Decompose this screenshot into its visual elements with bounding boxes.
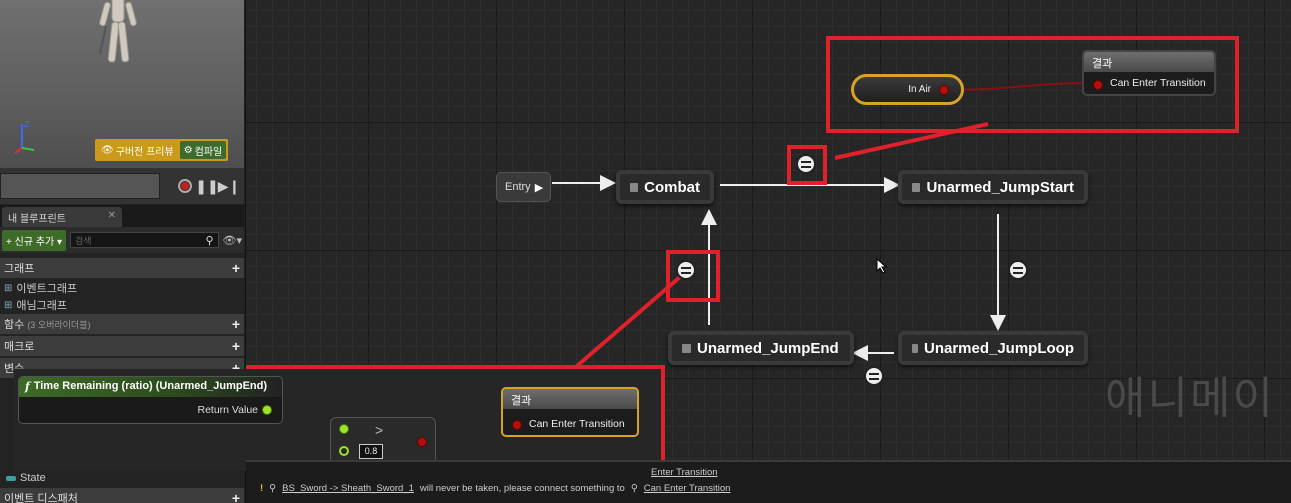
svg-text:Z: Z: [24, 120, 30, 129]
state-unarmed-jumpstart[interactable]: Unarmed_JumpStart: [898, 170, 1088, 204]
warning-icon: !: [260, 483, 264, 494]
float-output-pin[interactable]: [262, 405, 272, 415]
float-input-pin-a[interactable]: [339, 424, 349, 434]
section-macros[interactable]: 매크로 +: [0, 336, 244, 356]
callout-line-bottom: [561, 275, 682, 380]
entry-node[interactable]: Entry ▶: [496, 172, 551, 202]
bool-output-pin[interactable]: [939, 85, 949, 95]
tab-label: 내 블루프린트: [8, 214, 66, 225]
in-air-label: In Air: [908, 84, 931, 95]
state-label: Unarmed_JumpEnd: [697, 339, 839, 357]
function-title: Time Remaining (ratio) (Unarmed_JumpEnd): [33, 380, 268, 392]
result-node-top[interactable]: 결과 Can Enter Transition: [1082, 50, 1216, 96]
state-combat[interactable]: Combat: [616, 170, 714, 204]
compile-button[interactable]: ⚙ 컴파일: [179, 141, 227, 159]
add-dispatcher-icon[interactable]: +: [232, 490, 240, 503]
search-icon: ⚲: [205, 234, 214, 247]
log-message: will never be taken, please connect some…: [419, 483, 625, 494]
bool-input-pin[interactable]: [1093, 80, 1103, 90]
variable-pill-icon: [6, 475, 16, 481]
state-label: Unarmed_JumpLoop: [923, 339, 1074, 357]
add-function-icon[interactable]: +: [232, 316, 240, 332]
state-label: Combat: [644, 178, 700, 196]
gear-icon: ⚙: [183, 144, 193, 156]
section-functions[interactable]: 함수 (3 오버라이더블) +: [0, 314, 244, 334]
item-state-variable[interactable]: State: [6, 472, 46, 484]
log-line-2: ! ⚲ BS_Sword -> Sheath_Sword_1 will neve…: [260, 483, 730, 494]
view-options-icon[interactable]: 👁▾: [223, 234, 243, 247]
add-graph-icon[interactable]: +: [232, 260, 240, 276]
transition-link[interactable]: BS_Sword -> Sheath_Sword_1: [282, 483, 414, 494]
animation-blueprint-editor: 애니메이 Entry ▶ Combat Unarmed_JumpStart Un…: [0, 0, 1291, 503]
target-link[interactable]: Can Enter Transition: [644, 483, 731, 494]
chevron-down-icon: ▾: [57, 236, 63, 248]
highlight-transition-top: [787, 145, 827, 185]
pause-button[interactable]: ❚❚: [195, 175, 219, 197]
result-header: 결과: [1084, 52, 1214, 72]
bool-input-pin[interactable]: [512, 420, 522, 430]
play-arrow-icon: ▶: [534, 181, 544, 194]
section-graphs[interactable]: 그래프 +: [0, 258, 244, 278]
preview-viewport[interactable]: Z 👁 구버전 프리뷰 ⚙ 컴파일: [0, 0, 244, 168]
search-icon: ⚲: [269, 483, 277, 494]
viewport-buttons: 👁 구버전 프리뷰 ⚙ 컴파일: [95, 139, 229, 161]
greater-than-icon: >: [375, 422, 384, 438]
bool-output-pin[interactable]: [417, 437, 427, 447]
can-enter-transition-label: Can Enter Transition: [1084, 72, 1214, 90]
transition-rule-icon[interactable]: [1008, 260, 1028, 280]
state-icon: [912, 182, 921, 192]
record-button[interactable]: [174, 175, 196, 197]
add-macro-icon[interactable]: +: [232, 338, 240, 354]
graph-icon: ⊞: [4, 282, 13, 294]
legacy-preview-button[interactable]: 👁 구버전 프리뷰: [97, 141, 178, 159]
pause-icon: ❚❚: [195, 177, 219, 194]
graph-icon: ⊞: [4, 299, 13, 311]
function-icon: f: [25, 380, 30, 393]
can-enter-transition-label: Can Enter Transition: [503, 409, 637, 430]
state-unarmed-jumploop[interactable]: Unarmed_JumpLoop: [898, 331, 1088, 365]
tab-my-blueprint[interactable]: 내 블루프린트 ✕: [2, 207, 122, 227]
close-icon[interactable]: ✕: [108, 210, 116, 224]
return-value-label: Return Value: [197, 404, 258, 416]
section-event-dispatchers[interactable]: 이벤트 디스패처 +: [0, 488, 244, 503]
add-new-button[interactable]: + 신규 추가 ▾: [2, 229, 67, 251]
entry-label: Entry: [505, 181, 531, 193]
item-anim-graph[interactable]: ⊞ 애님그래프: [4, 297, 67, 313]
compiler-results-log: Enter Transition ! ⚲ BS_Sword -> Sheath_…: [246, 460, 1291, 503]
my-blueprint-tabbar: 내 블루프린트 ✕: [0, 205, 244, 227]
state-icon: [630, 182, 639, 192]
result-header: 결과: [503, 389, 637, 409]
transport-bar: ❚❚ ▶❙: [0, 168, 244, 204]
state-icon: [682, 343, 691, 353]
axis-gizmo-icon: Z: [14, 120, 35, 154]
state-icon: [912, 343, 918, 353]
item-event-graph[interactable]: ⊞ 이벤트그래프: [4, 280, 77, 296]
step-forward-icon: ▶❙: [217, 177, 241, 194]
float-input-pin-b[interactable]: [339, 446, 349, 456]
compare-value-field[interactable]: 0.8: [359, 444, 383, 459]
highlight-transition-left: [666, 250, 720, 302]
log-line-1: Enter Transition: [651, 467, 718, 478]
mouse-cursor-icon: [876, 258, 888, 274]
plus-icon: +: [6, 236, 12, 248]
blueprint-toolbar: + 신규 추가 ▾ 검색 ⚲ 👁▾: [0, 227, 244, 253]
result-node-bottom[interactable]: 결과 Can Enter Transition: [501, 387, 639, 437]
search-icon: ⚲: [630, 483, 638, 494]
timeline-scrubber[interactable]: [0, 173, 160, 199]
search-input[interactable]: 검색 ⚲: [70, 232, 219, 248]
mannequin-figure: [99, 0, 137, 63]
transition-rule-icon[interactable]: [864, 366, 884, 386]
eye-icon: 👁: [101, 144, 114, 156]
search-placeholder: 검색: [75, 235, 92, 246]
record-icon: [178, 179, 192, 193]
time-remaining-function-node[interactable]: f Time Remaining (ratio) (Unarmed_JumpEn…: [18, 376, 283, 424]
state-label: Unarmed_JumpStart: [926, 178, 1074, 196]
state-unarmed-jumpend[interactable]: Unarmed_JumpEnd: [668, 331, 854, 365]
step-forward-button[interactable]: ▶❙: [217, 175, 241, 197]
